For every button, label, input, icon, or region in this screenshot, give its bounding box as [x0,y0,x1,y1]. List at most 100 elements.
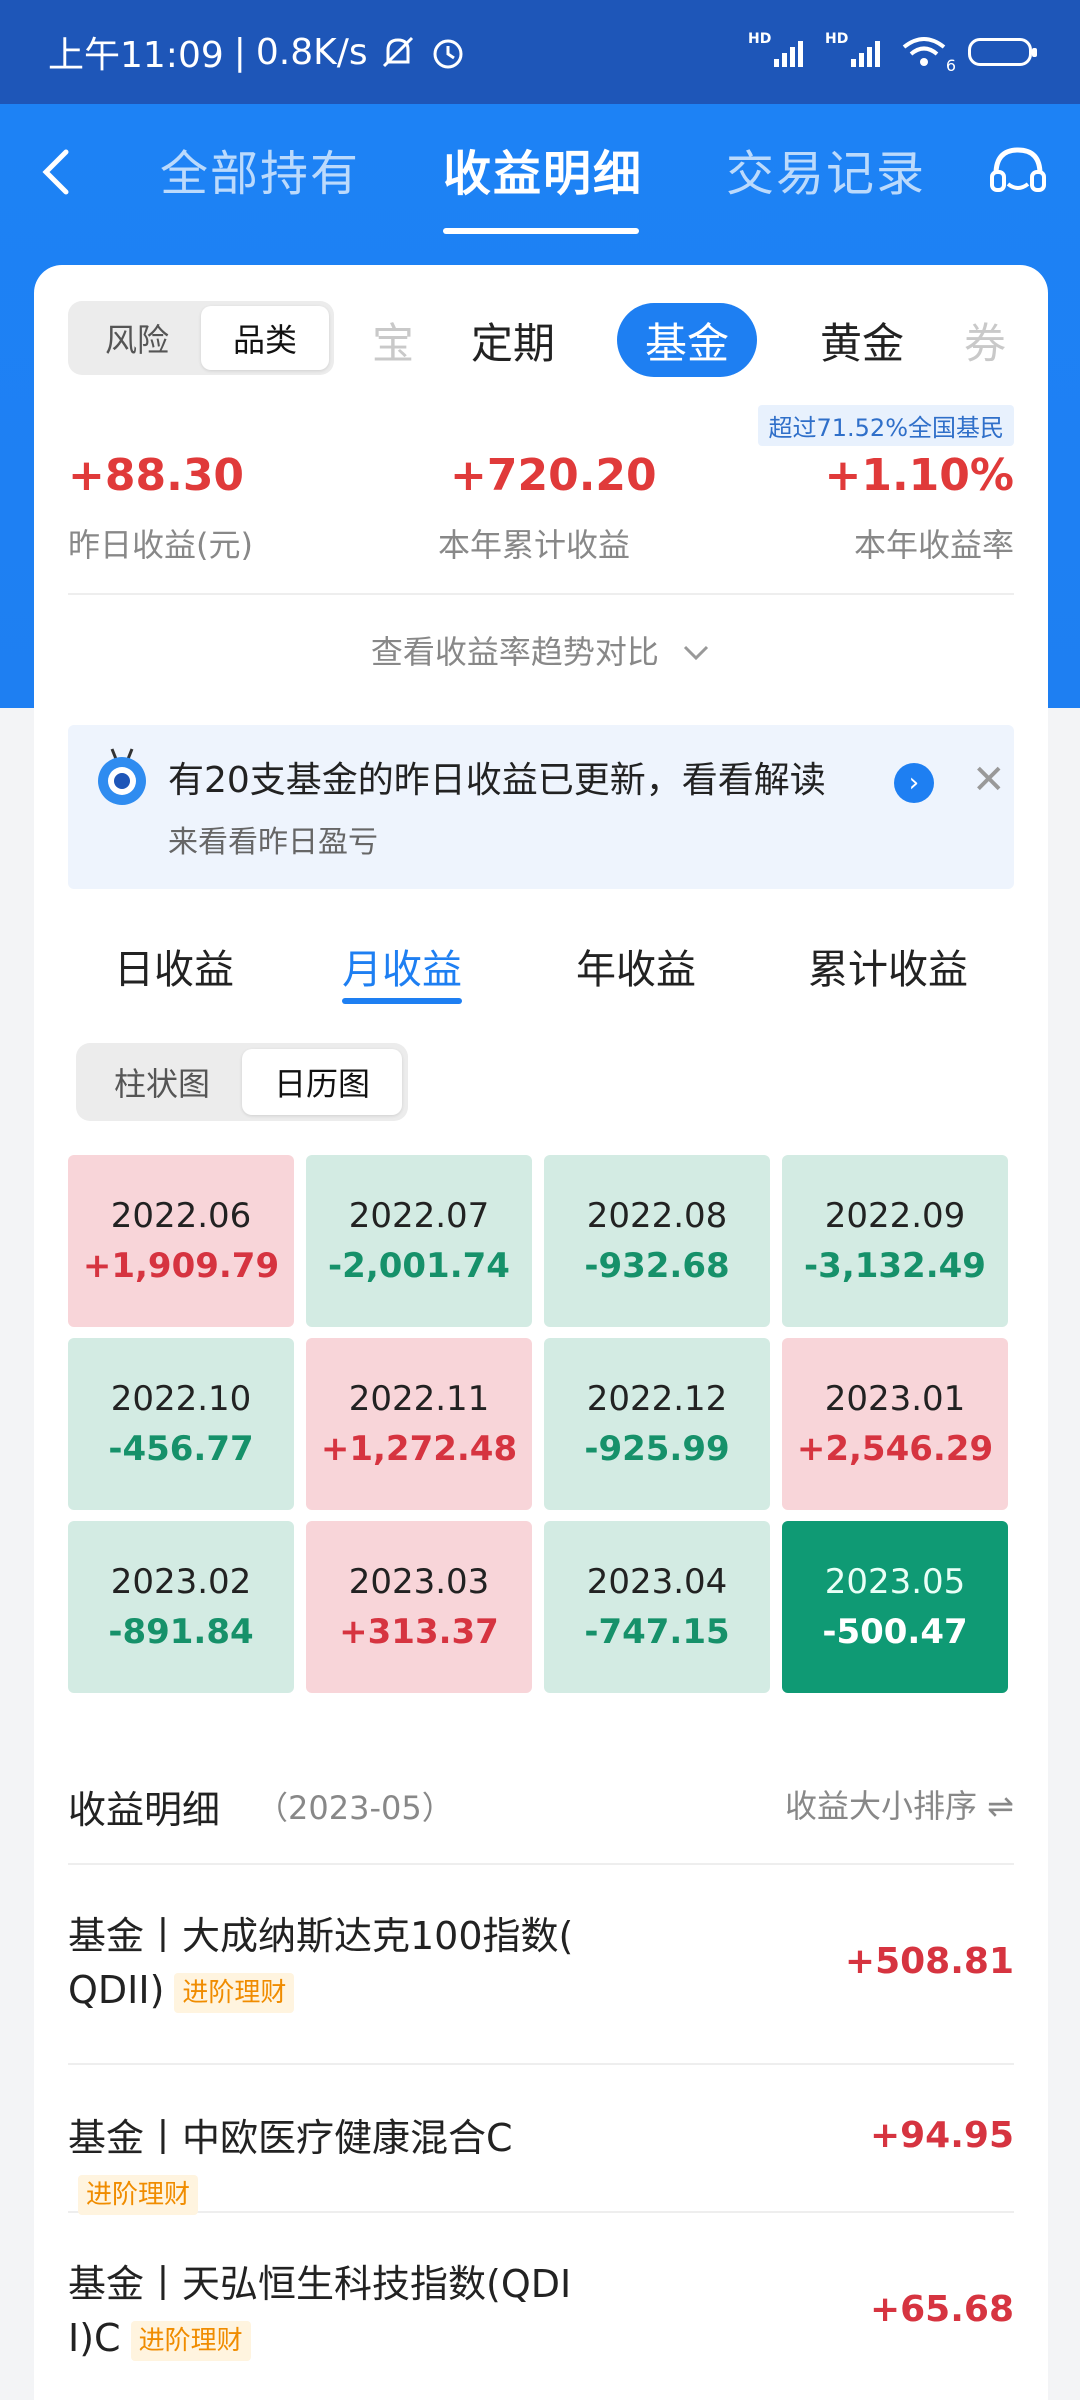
month-earnings: -456.77 [108,1429,254,1469]
year-return-rate-label: 本年收益率 [853,526,1014,564]
year-earnings-value: +720.20 [450,450,657,501]
month-label: 2023.05 [824,1562,966,1602]
notice-subtext: 来看看昨日盈亏 [168,825,378,860]
category-gold[interactable]: 黄金 [820,303,904,377]
fund-name: 基金丨中欧医疗健康混合C [68,2116,513,2160]
period-tab-indicator [342,998,462,1004]
chevron-down-icon [684,645,709,661]
tab-daily[interactable]: 日收益 [114,937,234,995]
category-fund[interactable]: 基金 [617,303,758,377]
month-earnings: +313.37 [339,1612,499,1652]
category-bond[interactable]: 券 [964,303,1006,377]
month-cell[interactable]: 2022.10 -456.77 [68,1338,294,1510]
month-earnings: -891.84 [108,1612,254,1652]
month-cell[interactable]: 2022.12 -925.99 [544,1338,770,1510]
sort-by-amount-button[interactable]: 收益大小排序 ⇌ [785,1781,1014,1827]
divider [68,593,1014,595]
month-cell[interactable]: 2022.06 +1,909.79 [68,1155,294,1327]
month-label: 2022.09 [824,1196,966,1236]
robot-mascot-icon [98,748,146,805]
month-earnings: +2,546.29 [796,1429,994,1469]
month-cell[interactable]: 2022.11 +1,272.48 [306,1338,532,1510]
month-earnings: -747.15 [584,1612,730,1652]
yesterday-earnings-label: 昨日收益(元) [68,526,253,564]
category-fixed[interactable]: 定期 [471,303,555,377]
chart-view-toggle: 柱状图 日历图 [76,1043,408,1121]
month-label: 2022.10 [110,1379,252,1419]
fund-name-cont: I)C [68,2316,121,2360]
month-cell[interactable]: 2022.08 -932.68 [544,1155,770,1327]
category-bao[interactable]: 宝 [372,303,414,377]
toggle-bar-chart[interactable]: 柱状图 [82,1049,242,1115]
tab-transactions[interactable]: 交易记录 [726,134,926,204]
month-label: 2022.08 [586,1196,728,1236]
monthly-calendar-grid: 2022.06 +1,909.79 2022.07 -2,001.74 2022.08 -… [68,1155,1014,1693]
fund-name-cont: QDII) [68,1968,165,2012]
fund-name: 基金丨天弘恒生科技指数(QDI [68,2262,572,2306]
month-cell[interactable]: 2023.02 -891.84 [68,1521,294,1693]
back-arrow-icon[interactable] [30,142,90,202]
month-cell[interactable]: 2023.04 -747.15 [544,1521,770,1693]
month-label: 2022.06 [110,1196,252,1236]
tab-monthly[interactable]: 月收益 [342,937,462,995]
month-label: 2023.01 [824,1379,966,1419]
fund-row[interactable]: 基金丨中欧医疗健康混合C 进阶理财 +94.95 [68,2065,1014,2215]
wifi-icon: 6 [902,35,956,75]
month-label: 2022.07 [348,1196,490,1236]
active-tab-indicator [443,228,639,234]
detail-title: 收益明细 [68,1788,221,1832]
toggle-risk[interactable]: 风险 [73,306,201,370]
month-earnings: +1,909.79 [82,1246,280,1286]
signal-icon: HD [825,31,880,67]
toggle-calendar[interactable]: 日历图 [242,1049,402,1115]
detail-date: （2023-05） [256,1789,454,1827]
trend-compare-link[interactable]: 查看收益率趋势对比 [34,627,1048,673]
customer-service-icon[interactable] [986,140,1050,204]
battery-icon [968,38,1037,66]
notice-text: 有20支基金的昨日收益已更新，看看解读 [168,760,826,801]
tab-cumulative[interactable]: 累计收益 [808,937,968,995]
mute-icon [382,36,413,68]
month-earnings: -2,001.74 [328,1246,510,1286]
network-speed: 0.8K/s [255,31,368,73]
month-earnings: +1,272.48 [320,1429,518,1469]
fund-tag: 进阶理财 [78,2174,199,2215]
chevron-right-icon[interactable]: › [894,763,934,803]
main-card: 风险 品类 宝 定期 基金 黄金 券 超过71.52%全国基民 +88.30 昨… [34,265,1048,2400]
month-label: 2023.02 [110,1562,252,1602]
month-label: 2022.12 [586,1379,728,1419]
month-earnings: -500.47 [822,1612,968,1652]
month-earnings: -925.99 [584,1429,730,1469]
risk-category-toggle: 风险 品类 [68,301,334,375]
year-return-rate-value: +1.10% [824,450,1014,501]
rank-badge: 超过71.52%全国基民 [758,405,1014,446]
fund-tag: 进阶理财 [130,2320,251,2361]
fund-row[interactable]: 基金丨天弘恒生科技指数(QDI I)C 进阶理财 +65.68 [68,2213,1014,2400]
yesterday-earnings-value: +88.30 [68,450,245,501]
fund-tag: 进阶理财 [174,1972,295,2013]
tab-earnings-detail[interactable]: 收益明细 [443,134,643,204]
fund-name: 基金丨大成纳斯达克100指数( [68,1914,574,1958]
month-cell[interactable]: 2023.03 +313.37 [306,1521,532,1693]
tab-all-holdings[interactable]: 全部持有 [160,134,360,204]
month-cell[interactable]: 2023.01 +2,546.29 [782,1338,1008,1510]
month-cell[interactable]: 2022.09 -3,132.49 [782,1155,1008,1327]
status-bar: 上午11:09 | 0.8K/s HD HD 6 [0,0,1080,104]
signal-icon: HD [748,31,803,67]
month-label: 2022.11 [348,1379,490,1419]
month-earnings: -932.68 [584,1246,730,1286]
month-earnings: -3,132.49 [804,1246,986,1286]
toggle-category[interactable]: 品类 [201,306,329,370]
month-cell[interactable]: 2023.05 -500.47 [782,1521,1008,1693]
fund-update-notice[interactable]: 有20支基金的昨日收益已更新，看看解读 › 来看看昨日盈亏 ✕ [68,725,1014,889]
fund-row[interactable]: 基金丨大成纳斯达克100指数( QDII) 进阶理财 +508.81 [68,1865,1014,2065]
fund-earnings: +94.95 [869,2115,1014,2156]
tab-yearly[interactable]: 年收益 [576,937,696,995]
year-earnings-label: 本年累计收益 [438,526,631,564]
month-cell[interactable]: 2022.07 -2,001.74 [306,1155,532,1327]
month-label: 2023.04 [586,1562,728,1602]
top-nav: 全部持有 收益明细 交易记录 [0,104,1080,264]
month-label: 2023.03 [348,1562,490,1602]
close-icon[interactable]: ✕ [972,757,1006,803]
status-time: 上午11:09 [48,35,224,76]
